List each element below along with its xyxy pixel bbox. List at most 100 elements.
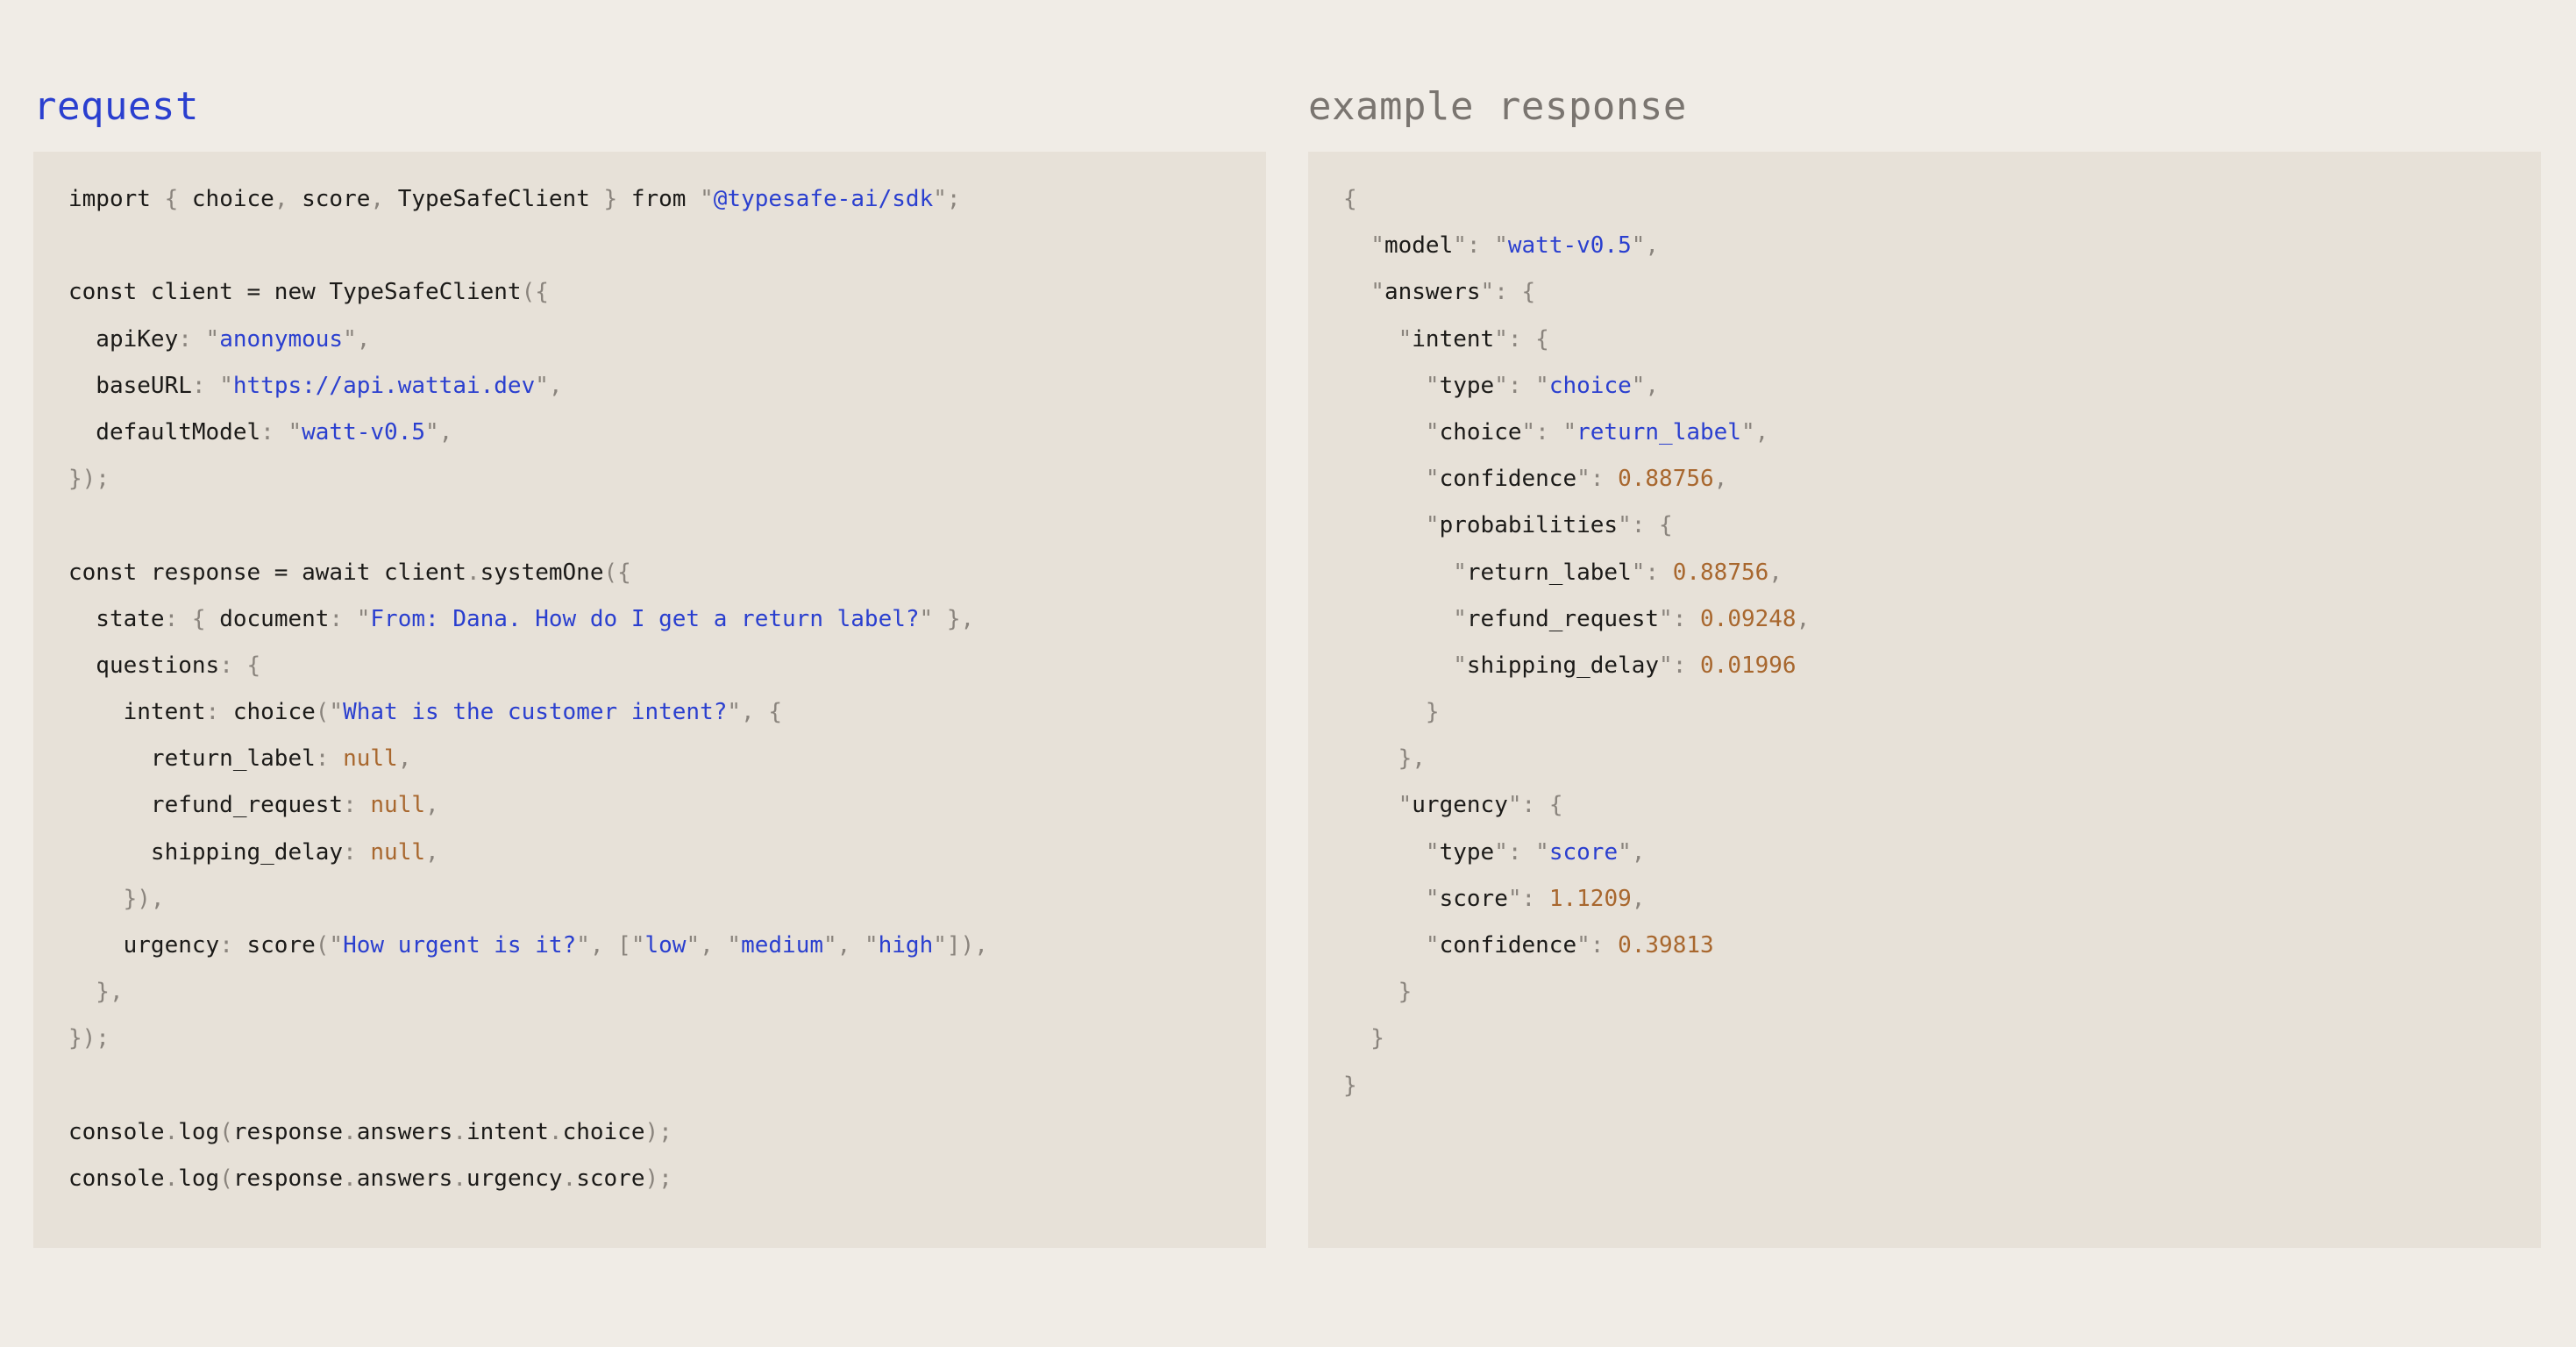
request-code-line: questions: { <box>68 643 1266 689</box>
response-code-line: "answers": { <box>1343 269 2541 316</box>
code-token: TypeSafeClient <box>397 186 604 212</box>
code-punctuation: " <box>1343 279 1384 306</box>
code-punctuation: (" <box>315 932 344 959</box>
code-punctuation: ": <box>1576 466 1619 493</box>
code-token: confidence <box>1439 932 1577 959</box>
code-punctuation: } <box>1343 1072 1357 1099</box>
code-punctuation: . <box>343 1165 357 1192</box>
request-code-line: }); <box>68 1016 1266 1062</box>
code-punctuation: : " <box>191 372 233 399</box>
response-code-line: "model": "watt-v0.5", <box>1343 223 2541 269</box>
code-token: console <box>68 1118 165 1145</box>
code-punctuation: , <box>1713 466 1728 493</box>
request-code-line: console.log(response.answers.urgency.sco… <box>68 1156 1266 1202</box>
code-punctuation: ", <box>425 418 453 445</box>
example-response-title: example response <box>1308 84 1687 129</box>
code-punctuation: " <box>1343 932 1440 959</box>
code-punctuation: " <box>1343 605 1467 632</box>
code-token: confidence <box>1439 466 1577 493</box>
code-punctuation: , <box>1768 559 1783 586</box>
code-token: from <box>630 186 701 212</box>
code-token: log <box>178 1165 220 1192</box>
code-punctuation: " <box>1343 838 1440 866</box>
code-token: return_label <box>1466 559 1632 586</box>
code-token: answers <box>356 1118 453 1145</box>
code-punctuation: "; <box>933 186 961 212</box>
code-token: document <box>219 605 330 632</box>
request-code-block[interactable]: import { choice, score, TypeSafeClient }… <box>33 152 1266 1248</box>
code-punctuation: " }, <box>919 605 975 632</box>
code-token: score <box>246 932 316 959</box>
response-code-line: "probabilities": { <box>1343 502 2541 549</box>
code-token: console <box>68 1165 165 1192</box>
code-punctuation: " <box>1343 885 1440 912</box>
request-code-line: }); <box>68 456 1266 502</box>
request-code-line: refund_request: null, <box>68 782 1266 829</box>
code-token: shipping_delay <box>1466 652 1660 679</box>
code-punctuation: ", " <box>823 932 879 959</box>
code-token: state <box>68 605 165 632</box>
code-punctuation: ", <box>1618 838 1646 866</box>
request-code-line: console.log(response.answers.intent.choi… <box>68 1109 1266 1156</box>
response-code-line: "return_label": 0.88756, <box>1343 550 2541 596</box>
code-string: How urgent is it? <box>343 932 577 959</box>
code-punctuation: : { <box>164 605 220 632</box>
code-string: high <box>878 932 934 959</box>
response-code-line: "intent": { <box>1343 317 2541 363</box>
code-punctuation: ": <box>1631 559 1673 586</box>
code-punctuation: { <box>1343 186 1357 212</box>
code-punctuation: ); <box>644 1118 672 1145</box>
request-code-line: import { choice, score, TypeSafeClient }… <box>68 176 1266 223</box>
code-token: urgency <box>68 932 220 959</box>
code-number: 0.88756 <box>1672 559 1769 586</box>
code-token: shipping_delay <box>68 838 344 866</box>
response-code-line: }, <box>1343 736 2541 782</box>
code-punctuation: : " <box>260 418 302 445</box>
code-number: 0.01996 <box>1700 652 1797 679</box>
request-code-line: ​ <box>68 502 1266 549</box>
code-punctuation: " <box>700 186 714 212</box>
code-punctuation: }, <box>68 979 124 1006</box>
code-token: model <box>1384 232 1454 260</box>
response-code-block[interactable]: { "model": "watt-v0.5", "answers": { "in… <box>1308 152 2541 1248</box>
request-code-line: const response = await client.systemOne(… <box>68 550 1266 596</box>
code-punctuation: ": <box>1507 885 1549 912</box>
response-code-line: "confidence": 0.39813 <box>1343 923 2541 969</box>
request-code-line: ​ <box>68 1063 1266 1109</box>
code-string: https://api.wattai.dev <box>232 372 536 399</box>
code-token: apiKey <box>68 325 179 353</box>
code-token: urgency <box>466 1165 563 1192</box>
response-code-line: } <box>1343 689 2541 736</box>
code-punctuation: ({ <box>603 559 631 586</box>
code-punctuation: ); <box>644 1165 672 1192</box>
request-code-line: state: { document: "From: Dana. How do I… <box>68 596 1266 643</box>
code-token: intent <box>68 699 206 726</box>
code-punctuation: , <box>397 745 412 773</box>
response-code-line: "score": 1.1209, <box>1343 876 2541 923</box>
code-punctuation: . <box>466 559 480 586</box>
code-punctuation: ": { <box>1507 792 1563 819</box>
code-number: null <box>370 792 426 819</box>
code-punctuation: ": <box>1659 652 1701 679</box>
code-punctuation: , <box>425 792 439 819</box>
code-punctuation: : <box>219 932 247 959</box>
code-token: choice <box>562 1118 645 1145</box>
code-punctuation: . <box>164 1165 179 1192</box>
code-token: response <box>232 1118 344 1145</box>
request-code-line: return_label: null, <box>68 736 1266 782</box>
response-code-line: "type": "score", <box>1343 830 2541 876</box>
code-token: refund_request <box>68 792 344 819</box>
code-punctuation: . <box>562 1165 577 1192</box>
code-punctuation: } <box>1343 979 1413 1006</box>
request-code-line: }, <box>68 969 1266 1016</box>
code-token: score <box>576 1165 645 1192</box>
code-punctuation: " <box>1343 652 1467 679</box>
code-token: const response = await client <box>68 559 466 586</box>
response-code-line: "type": "choice", <box>1343 363 2541 410</box>
code-punctuation: }), <box>68 885 165 912</box>
code-number: 0.88756 <box>1618 466 1714 493</box>
code-punctuation: ", <box>535 372 563 399</box>
code-punctuation: " <box>1343 512 1440 539</box>
code-token: return_label <box>68 745 316 773</box>
code-token: defaultModel <box>68 418 261 445</box>
